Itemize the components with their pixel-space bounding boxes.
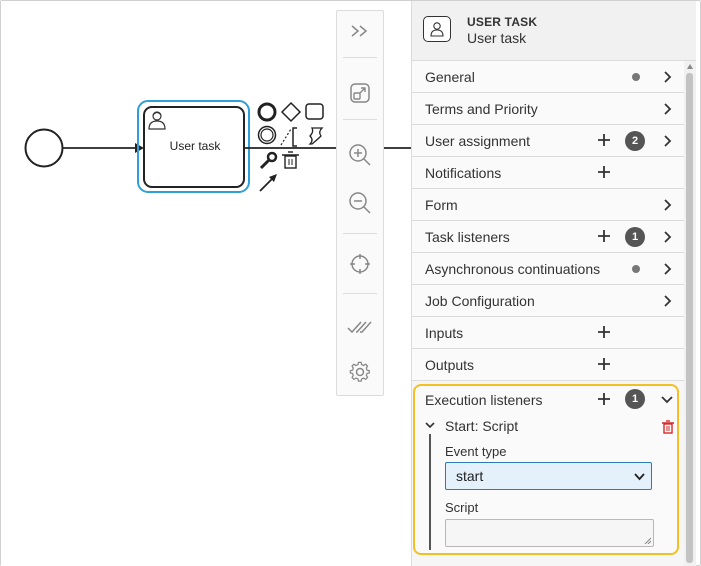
chevron-right-icon[interactable] [660, 294, 674, 308]
chevron-right-icon[interactable] [660, 70, 674, 84]
group-title: General [425, 69, 475, 85]
plus-icon[interactable] [595, 227, 613, 245]
trash-icon[interactable] [282, 151, 299, 169]
group-notifications[interactable]: Notifications [412, 157, 684, 189]
group-outputs[interactable]: Outputs [412, 349, 684, 381]
group-title[interactable]: Execution listeners [425, 392, 543, 408]
chevron-down-icon [634, 473, 645, 481]
validate-button[interactable] [337, 307, 383, 347]
group-form[interactable]: Form [412, 189, 684, 221]
chevron-right-icon[interactable] [660, 134, 674, 148]
connect-icon[interactable] [308, 127, 324, 145]
element-name-label: User task [467, 30, 527, 46]
group-execution-listeners: Execution listeners 1 Start: Script Even… [413, 384, 679, 555]
plus-icon[interactable] [595, 355, 613, 373]
append-gateway-icon[interactable] [280, 101, 302, 123]
resize-handle-icon[interactable] [644, 537, 651, 544]
event-type-label: Event type [445, 444, 507, 459]
chevron-down-icon[interactable] [424, 419, 436, 431]
chevron-down-icon[interactable] [660, 392, 674, 406]
group-title: User assignment [425, 133, 531, 149]
connect-arrow-icon[interactable] [259, 174, 277, 192]
group-title: Terms and Priority [425, 101, 538, 117]
double-check-icon [347, 321, 372, 334]
wrench-icon[interactable] [259, 151, 278, 170]
count-badge: 1 [625, 389, 645, 409]
plus-icon[interactable] [595, 131, 613, 149]
double-chevron-right-icon [351, 25, 368, 37]
plus-icon[interactable] [595, 323, 613, 341]
has-values-dot [632, 73, 640, 81]
text-annotation-icon[interactable] [280, 127, 297, 147]
user-task-label: User task [169, 139, 221, 153]
canvas-toolbar [336, 10, 384, 396]
gear-icon [349, 361, 370, 382]
group-terms-and-priority[interactable]: Terms and Priority [412, 93, 684, 125]
user-task-header-icon [423, 16, 451, 42]
group-user-assignment[interactable]: User assignment 2 [412, 125, 684, 157]
event-type-value: start [456, 468, 484, 484]
append-task-icon[interactable] [305, 103, 324, 120]
center-button[interactable] [337, 244, 383, 284]
listener-title[interactable]: Start: Script [445, 418, 518, 434]
fit-viewport-icon [350, 83, 370, 103]
scrollbar-thumb[interactable] [686, 73, 693, 563]
start-event[interactable] [24, 128, 64, 168]
chevron-right-icon[interactable] [660, 230, 674, 244]
zoom-out-button[interactable] [337, 183, 383, 223]
has-values-dot [632, 265, 640, 273]
group-title: Notifications [425, 165, 502, 181]
script-textarea[interactable] [445, 519, 654, 547]
panel-header: USER TASK User task [412, 1, 696, 61]
group-title: Inputs [425, 325, 464, 341]
window-frame: User task USER TASK User task General Te… [0, 0, 701, 566]
delete-icon[interactable] [661, 420, 675, 434]
toggle-panel-button[interactable] [337, 11, 383, 51]
settings-button[interactable] [337, 352, 383, 392]
group-inputs[interactable]: Inputs [412, 317, 684, 349]
zoom-in-button[interactable] [337, 135, 383, 175]
element-type-label: USER TASK [467, 15, 538, 29]
sequence-flow-arrow [135, 143, 144, 153]
group-title: Task listeners [425, 229, 510, 245]
chevron-right-icon[interactable] [660, 102, 674, 116]
toolbar-divider [343, 119, 377, 120]
scroll-up-arrow-icon[interactable] [686, 63, 694, 71]
toolbar-divider [343, 57, 377, 58]
context-pad [257, 101, 324, 192]
append-end-event-icon[interactable] [257, 102, 277, 122]
count-badge: 1 [625, 227, 645, 247]
group-general[interactable]: General [412, 61, 684, 93]
script-label: Script [445, 500, 479, 515]
group-job-configuration[interactable]: Job Configuration [412, 285, 684, 317]
group-title: Asynchronous continuations [425, 261, 601, 277]
plus-icon[interactable] [595, 163, 613, 181]
count-badge: 2 [625, 131, 645, 151]
group-title: Outputs [425, 357, 475, 373]
group-task-listeners[interactable]: Task listeners 1 [412, 221, 684, 253]
group-asynchronous-continuations[interactable]: Asynchronous continuations [412, 253, 684, 285]
chevron-right-icon[interactable] [660, 198, 674, 212]
user-icon [430, 22, 444, 37]
fit-viewport-button[interactable] [337, 73, 383, 113]
chevron-right-icon[interactable] [660, 262, 674, 276]
group-title: Form [425, 197, 458, 213]
plus-icon[interactable] [595, 390, 613, 408]
listener-indent-line [429, 434, 431, 550]
property-groups: General Terms and Priority User assignme… [412, 61, 684, 381]
crosshair-icon [350, 254, 370, 274]
zoom-out-icon [349, 192, 371, 214]
zoom-in-icon [349, 144, 371, 166]
toolbar-divider [343, 293, 377, 294]
toolbar-divider [343, 233, 377, 234]
event-type-select[interactable]: start [445, 462, 652, 490]
group-title: Job Configuration [425, 293, 535, 309]
